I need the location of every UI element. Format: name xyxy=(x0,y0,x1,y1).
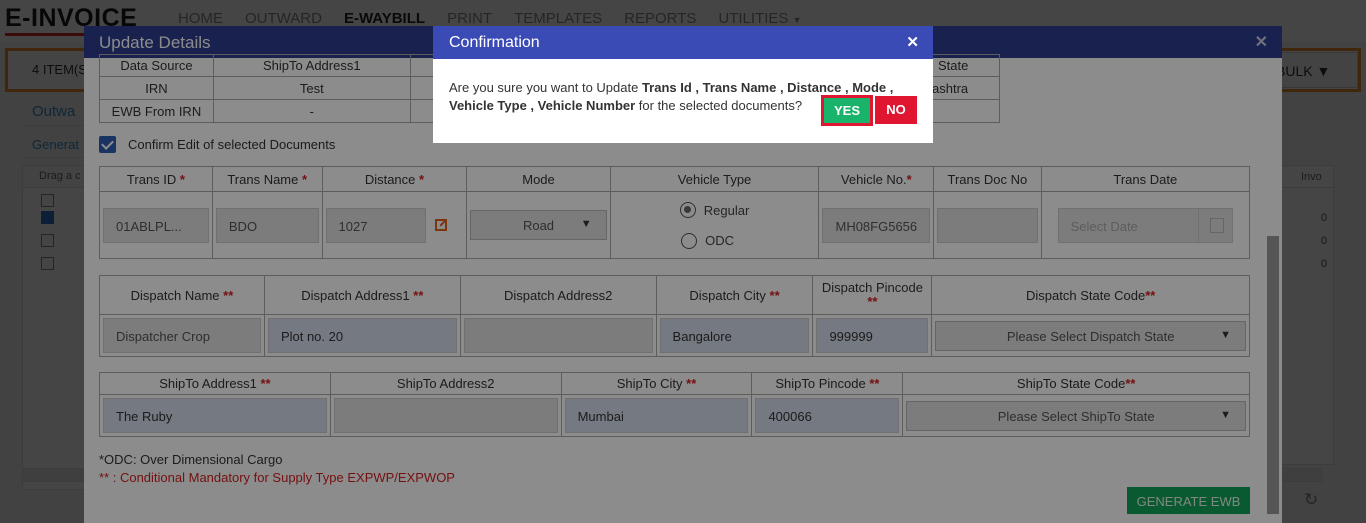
confirmation-header: Confirmation ✕ xyxy=(433,26,933,59)
confirmation-title: Confirmation xyxy=(449,34,540,51)
no-button[interactable]: NO xyxy=(875,96,917,124)
confirmation-dialog: Confirmation ✕ Are you sure you want to … xyxy=(433,26,933,143)
yes-button[interactable]: YES xyxy=(821,95,873,126)
close-icon[interactable]: ✕ xyxy=(906,33,919,51)
